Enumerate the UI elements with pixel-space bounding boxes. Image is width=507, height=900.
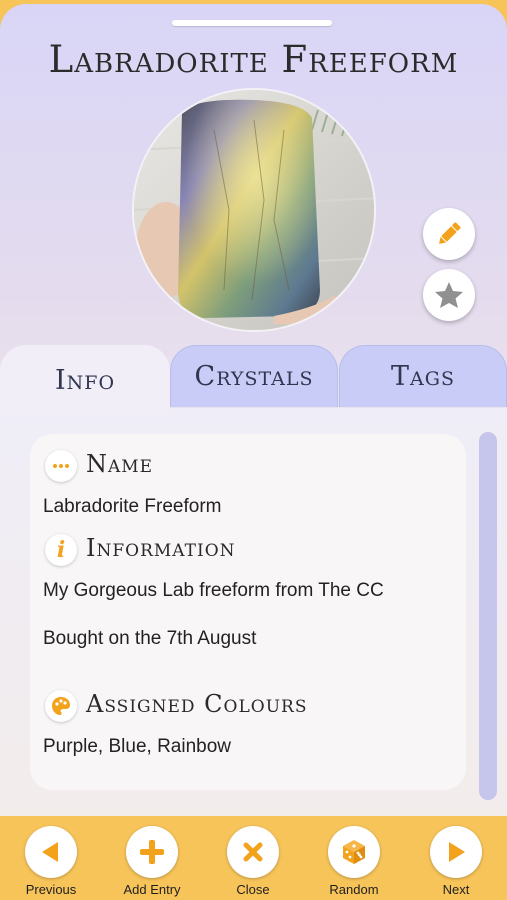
plus-icon xyxy=(140,840,164,864)
tab-crystals-label: Crystals xyxy=(194,361,314,392)
add-entry-label: Add Entry xyxy=(123,882,181,897)
close-button[interactable]: Close xyxy=(203,826,303,898)
information-line-2: Bought on the 7th August xyxy=(43,628,257,649)
tab-info[interactable]: Info xyxy=(0,345,170,415)
arrow-left-icon xyxy=(42,842,58,862)
name-value: Labradorite Freeform xyxy=(43,496,222,517)
star-icon xyxy=(435,282,463,308)
page-title: Labradorite Freeform xyxy=(48,38,459,81)
drag-handle[interactable] xyxy=(172,20,332,26)
bottom-nav: Previous Add Entry Close Random Next xyxy=(0,816,507,900)
colours-heading: Assigned Colours xyxy=(86,690,308,718)
previous-button[interactable]: Previous xyxy=(1,826,101,898)
close-icon xyxy=(243,842,263,862)
crystal-photo-image xyxy=(134,90,374,330)
info-content: Name Labradorite Freeform i Information … xyxy=(0,408,507,816)
entry-card: Labradorite Freeform Info Crystals Tags … xyxy=(0,4,507,816)
information-line-1: My Gorgeous Lab freeform from The CC xyxy=(43,580,384,601)
tab-tags[interactable]: Tags xyxy=(339,345,507,407)
colours-value: Purple, Blue, Rainbow xyxy=(43,736,231,757)
close-label: Close xyxy=(236,882,270,897)
crystal-photo[interactable] xyxy=(132,88,376,332)
arrow-right-icon xyxy=(449,842,465,862)
dice-icon xyxy=(343,840,365,864)
next-label: Next xyxy=(442,882,470,897)
tab-info-label: Info xyxy=(54,364,116,396)
tab-crystals[interactable]: Crystals xyxy=(170,345,338,407)
favourite-button[interactable] xyxy=(423,269,475,321)
ellipsis-icon xyxy=(45,450,77,482)
edit-button[interactable] xyxy=(423,208,475,260)
pencil-icon xyxy=(439,222,461,244)
information-heading: Information xyxy=(86,534,236,562)
info-icon: i xyxy=(45,534,77,566)
info-panel: Name Labradorite Freeform i Information … xyxy=(30,434,466,790)
previous-label: Previous xyxy=(25,882,77,897)
random-button[interactable]: Random xyxy=(304,826,404,898)
add-entry-button[interactable]: Add Entry xyxy=(102,826,202,898)
name-heading: Name xyxy=(86,450,154,478)
random-label: Random xyxy=(329,882,379,897)
scrollbar[interactable] xyxy=(479,432,497,800)
palette-icon xyxy=(45,690,77,722)
tab-tags-label: Tags xyxy=(391,361,455,392)
next-button[interactable]: Next xyxy=(406,826,506,898)
